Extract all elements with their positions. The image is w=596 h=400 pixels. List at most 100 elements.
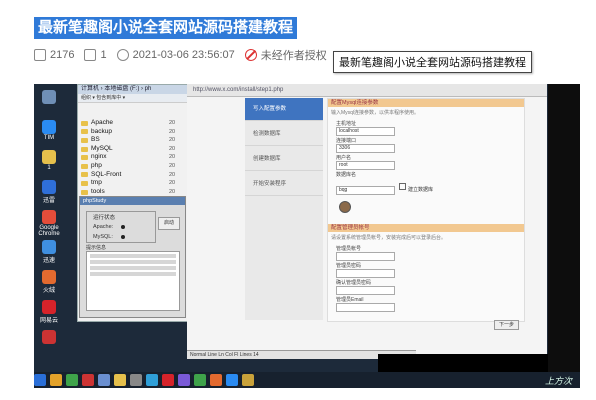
apache-status-dot <box>121 225 126 229</box>
db-field: 用户名 root <box>336 155 524 170</box>
recycle-bin-icon <box>42 90 56 104</box>
desktop-icon-label: 迅雷 <box>42 198 55 204</box>
desktop-thunder-icon[interactable]: 迅雷 <box>38 180 60 204</box>
folder-name: MySQL <box>91 144 113 152</box>
desktop-icon-label: 火绒 <box>42 288 55 294</box>
taskbar-app-icon[interactable] <box>210 374 222 386</box>
folder-item[interactable]: Apache 20 <box>81 119 175 128</box>
taskbar-app-icon[interactable] <box>242 374 254 386</box>
prohibited-icon <box>244 49 257 61</box>
dark-window <box>378 354 548 372</box>
folder-icon <box>81 180 88 186</box>
admin-field: 确认管理员密码 <box>336 280 524 295</box>
desktop-huorong-icon[interactable]: 火绒 <box>38 270 60 294</box>
folder-date: 20 <box>169 180 176 187</box>
desktop-chrome-icon[interactable]: Google Chrome <box>38 210 60 237</box>
db-field: 数据库名 bqg 建立数据库 <box>336 172 524 196</box>
db-field-input[interactable]: 3306 <box>336 144 395 153</box>
comments-count: 1 <box>100 49 107 61</box>
comments-stat[interactable]: 1 <box>84 49 107 61</box>
tim-icon <box>42 120 56 134</box>
taskbar-app-icon[interactable] <box>194 374 206 386</box>
phpstudy-title: phpStudy <box>80 197 185 205</box>
publish-datetime: 2021-03-06 23:56:07 <box>132 49 235 61</box>
clock-icon <box>116 49 129 61</box>
desktop-recycle-bin-icon[interactable] <box>38 90 60 105</box>
browser-address-bar[interactable]: http://www.x.com/install/step1.php <box>187 84 547 97</box>
apache-row: Apache: <box>87 222 155 232</box>
folder-icon <box>81 137 88 143</box>
taskbar-app-icon[interactable] <box>82 374 94 386</box>
db-field-input[interactable]: localhost <box>336 127 395 136</box>
explorer-address[interactable]: 计算机 › 本地磁盘 (F:) › ph <box>78 85 188 94</box>
db-section-desc: 输入Mysql连接参数，以供本程序使用。 <box>331 110 420 116</box>
next-button[interactable]: 下一步 <box>493 320 519 330</box>
desktop-icon-label: 1 <box>47 165 51 171</box>
db-field: 主机地址 localhost <box>336 121 524 136</box>
install-step-4[interactable]: 开始安装程序 <box>245 173 323 196</box>
taskbar-app-icon[interactable] <box>130 374 142 386</box>
folder-name: tmp <box>91 179 102 187</box>
folder-item[interactable]: backup 20 <box>81 128 175 137</box>
log-line <box>90 254 176 258</box>
notice-text: 未经作者授权 <box>260 50 327 62</box>
taskbar-app-icon[interactable] <box>114 374 126 386</box>
taskbar-app-icon[interactable] <box>226 374 238 386</box>
folder-date: 20 <box>169 120 176 126</box>
taskbar-icons <box>34 374 258 386</box>
taskbar-app-icon[interactable] <box>146 374 158 386</box>
install-form-panel: 配置Mysql连接参数 输入Mysql连接参数，以供本程序使用。 主机地址 loc… <box>327 98 525 322</box>
log-line <box>90 272 176 276</box>
folder-date: 20 <box>169 171 176 178</box>
admin-field-input[interactable] <box>336 303 395 312</box>
folder-item[interactable]: php 20 <box>81 161 175 171</box>
admin-field-input[interactable] <box>336 269 395 278</box>
db-field-input[interactable]: bqg <box>336 186 395 195</box>
install-step-2[interactable]: 检测数据库 <box>245 123 323 146</box>
folder-item[interactable]: BS 20 <box>81 136 175 145</box>
avatar-row <box>336 198 524 216</box>
desktop-tim-icon[interactable]: TIM <box>38 120 60 141</box>
db-field-input[interactable]: root <box>336 161 395 170</box>
taskbar-app-icon[interactable] <box>66 374 78 386</box>
file-icon <box>42 150 56 164</box>
title-tooltip: 最新笔趣阁小说全套网站源码搭建教程 <box>333 51 532 73</box>
taskbar-app-icon[interactable] <box>34 374 46 386</box>
desktop-file-icon[interactable]: 1 <box>38 150 60 171</box>
desktop-icon-label: 迅速 <box>42 258 55 264</box>
folder-name: php <box>91 161 102 169</box>
folder-item[interactable]: SQL-Front 20 <box>81 171 175 180</box>
folder-name: BS <box>91 136 100 144</box>
views-count: 2176 <box>50 49 75 61</box>
views-stat: 2176 <box>34 49 74 61</box>
folder-icon <box>81 155 88 161</box>
folder-date: 20 <box>169 154 176 161</box>
folder-item[interactable]: MySQL 20 <box>81 144 175 154</box>
app-icon <box>42 240 56 254</box>
install-step-3[interactable]: 创建数据库 <box>245 148 323 171</box>
article-meta: 2176 1 2021-03-06 23:56:07 未经作者授权 <box>34 47 337 63</box>
browser-window: http://www.x.com/install/step1.php 写入配置参… <box>187 84 547 354</box>
netease-icon <box>42 300 56 314</box>
play-icon <box>34 49 46 61</box>
taskbar-app-icon[interactable] <box>162 374 174 386</box>
desktop-app-icon[interactable]: 迅速 <box>38 240 60 264</box>
desktop-app-icon[interactable] <box>38 330 60 345</box>
taskbar-app-icon[interactable] <box>50 374 62 386</box>
taskbar-app-icon[interactable] <box>98 374 110 386</box>
desktop-netease-icon[interactable]: 网易云 <box>38 300 60 324</box>
admin-field-input[interactable] <box>336 286 395 295</box>
huorong-icon <box>42 270 56 284</box>
folder-item[interactable]: nginx 20 <box>81 153 175 162</box>
desktop-icon-label: Google Chrome <box>38 225 60 237</box>
taskbar-app-icon[interactable] <box>178 374 190 386</box>
folder-date: 20 <box>169 137 176 144</box>
create-db-checkbox[interactable] <box>399 183 406 191</box>
explorer-toolbar[interactable]: 组织 ▾ 包含到库中 ▾ <box>78 94 188 103</box>
install-step-1[interactable]: 写入配置参数 <box>245 98 323 121</box>
folder-date: 20 <box>169 162 176 169</box>
admin-field-input[interactable] <box>336 252 395 261</box>
folder-item[interactable]: tmp 20 <box>81 179 175 188</box>
start-button[interactable]: 启动 <box>158 217 180 230</box>
folder-list: Apache 20 backup 20 BS 20 MySQL 20 nginx 20 php 20 S… <box>81 119 175 205</box>
